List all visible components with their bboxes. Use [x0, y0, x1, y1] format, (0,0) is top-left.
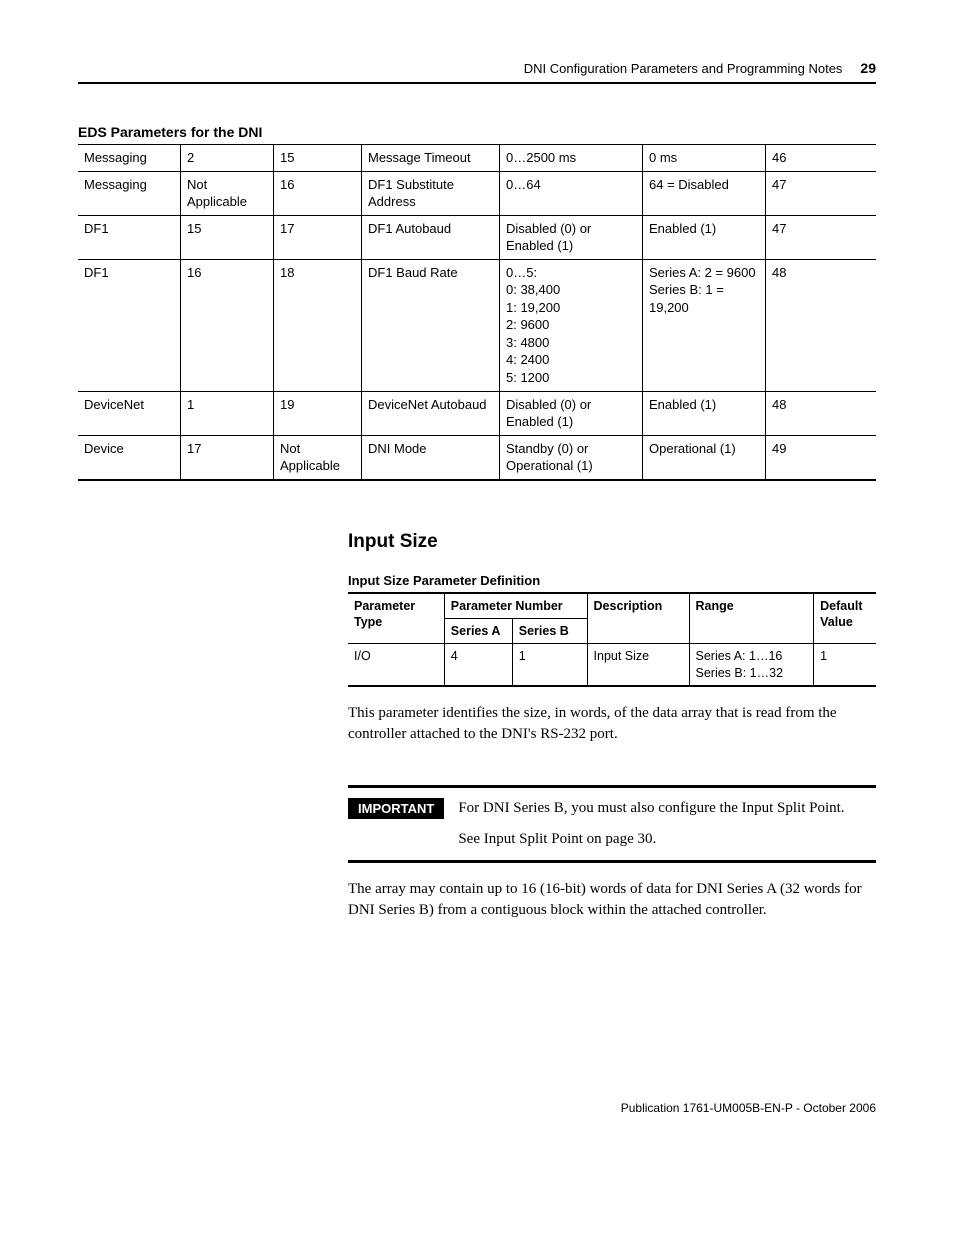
table-cell: DeviceNet Autobaud	[362, 391, 500, 435]
def-range: Series A: 1…16 Series B: 1…32	[689, 644, 814, 686]
important-text-2: See Input Split Point on page 30.	[458, 829, 844, 850]
table-cell: Disabled (0) or Enabled (1)	[500, 215, 643, 259]
table-cell: DF1 Baud Rate	[362, 259, 500, 391]
table-cell: 0…2500 ms	[500, 145, 643, 172]
table-cell: 17	[274, 215, 362, 259]
col-series-a: Series A	[444, 619, 512, 644]
col-default: Default Value	[814, 593, 876, 644]
table-row: Device17Not ApplicableDNI ModeStandby (0…	[78, 435, 876, 480]
col-series-b: Series B	[512, 619, 587, 644]
input-size-heading: Input Size	[348, 531, 876, 553]
table-cell: Enabled (1)	[643, 391, 766, 435]
footer-publication: Publication 1761-UM005B-EN-P - October 2…	[78, 1101, 876, 1115]
table-cell: Device	[78, 435, 181, 480]
table-cell: 18	[274, 259, 362, 391]
table-cell: Disabled (0) or Enabled (1)	[500, 391, 643, 435]
input-size-definition-table: Parameter Type Parameter Number Descript…	[348, 592, 876, 687]
table-cell: 17	[181, 435, 274, 480]
table-cell: 0 ms	[643, 145, 766, 172]
table-row: DF11517DF1 AutobaudDisabled (0) or Enabl…	[78, 215, 876, 259]
table-row: DF11618DF1 Baud Rate0…5: 0: 38,400 1: 19…	[78, 259, 876, 391]
table-cell: 47	[766, 215, 877, 259]
table-cell: DF1 Substitute Address	[362, 171, 500, 215]
def-type: I/O	[348, 644, 444, 686]
col-param-number: Parameter Number	[444, 593, 587, 619]
table-cell: DF1 Autobaud	[362, 215, 500, 259]
table-cell: Messaging	[78, 145, 181, 172]
table-cell: 0…5: 0: 38,400 1: 19,200 2: 9600 3: 4800…	[500, 259, 643, 391]
col-param-type: Parameter Type	[348, 593, 444, 644]
table-cell: Series A: 2 = 9600 Series B: 1 = 19,200	[643, 259, 766, 391]
table-cell: 16	[274, 171, 362, 215]
table-cell: 64 = Disabled	[643, 171, 766, 215]
table-cell: Operational (1)	[643, 435, 766, 480]
input-size-para2: The array may contain up to 16 (16-bit) …	[348, 879, 876, 921]
table-cell: DeviceNet	[78, 391, 181, 435]
table-cell: 48	[766, 259, 877, 391]
eds-table-title: EDS Parameters for the DNI	[78, 124, 876, 140]
table-cell: 2	[181, 145, 274, 172]
def-default: 1	[814, 644, 876, 686]
table-cell: 48	[766, 391, 877, 435]
important-text-1: For DNI Series B, you must also configur…	[458, 798, 844, 819]
table-cell: Messaging	[78, 171, 181, 215]
table-cell: 1	[181, 391, 274, 435]
table-cell: DF1	[78, 215, 181, 259]
table-cell: Not Applicable	[181, 171, 274, 215]
table-cell: DF1	[78, 259, 181, 391]
page-number: 29	[860, 60, 876, 76]
table-cell: Standby (0) or Operational (1)	[500, 435, 643, 480]
table-cell: 19	[274, 391, 362, 435]
table-cell: 16	[181, 259, 274, 391]
input-size-subhead: Input Size Parameter Definition	[348, 573, 876, 588]
table-row: MessagingNot Applicable16DF1 Substitute …	[78, 171, 876, 215]
table-cell: 0…64	[500, 171, 643, 215]
def-b: 1	[512, 644, 587, 686]
input-size-para1: This parameter identifies the size, in w…	[348, 703, 876, 745]
col-range: Range	[689, 593, 814, 644]
table-cell: 49	[766, 435, 877, 480]
table-cell: Not Applicable	[274, 435, 362, 480]
table-cell: 46	[766, 145, 877, 172]
def-desc: Input Size	[587, 644, 689, 686]
table-cell: 15	[181, 215, 274, 259]
table-row: DeviceNet119DeviceNet AutobaudDisabled (…	[78, 391, 876, 435]
table-cell: 15	[274, 145, 362, 172]
page-header: DNI Configuration Parameters and Program…	[78, 60, 876, 84]
table-cell: 47	[766, 171, 877, 215]
header-section: DNI Configuration Parameters and Program…	[524, 61, 843, 76]
table-cell: Message Timeout	[362, 145, 500, 172]
table-cell: Enabled (1)	[643, 215, 766, 259]
eds-parameters-table: Messaging215Message Timeout0…2500 ms0 ms…	[78, 144, 876, 481]
table-row: Messaging215Message Timeout0…2500 ms0 ms…	[78, 145, 876, 172]
col-description: Description	[587, 593, 689, 644]
important-callout: IMPORTANT For DNI Series B, you must als…	[348, 785, 876, 863]
table-cell: DNI Mode	[362, 435, 500, 480]
important-label: IMPORTANT	[348, 798, 444, 819]
def-a: 4	[444, 644, 512, 686]
